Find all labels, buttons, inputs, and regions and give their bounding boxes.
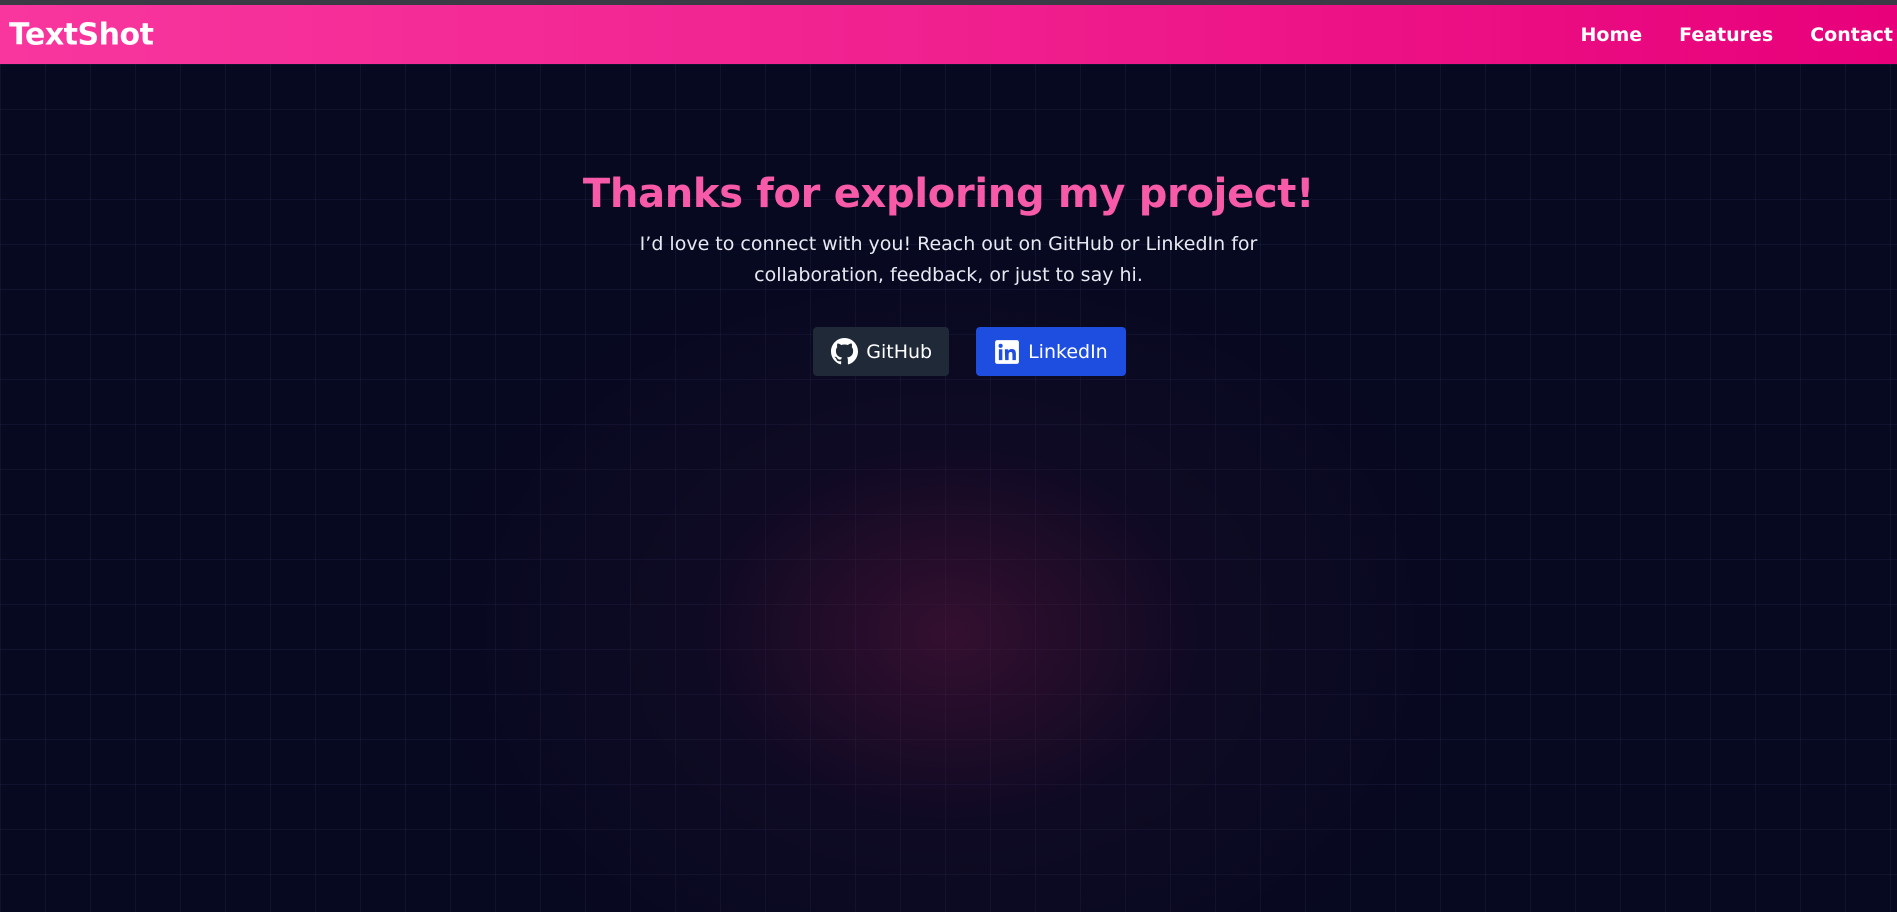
main-section: Thanks for exploring my project! I’d lov…	[0, 64, 1897, 912]
github-button-label: GitHub	[866, 340, 933, 363]
subtitle-text: I’d love to connect with you! Reach out …	[639, 233, 1258, 286]
navbar: TextShot Home Features Contact	[0, 5, 1897, 64]
github-icon	[831, 338, 859, 365]
linkedin-button-label: LinkedIn	[1028, 340, 1108, 363]
contact-section: Thanks for exploring my project! I’d lov…	[0, 171, 1897, 376]
social-buttons: GitHub LinkedIn	[0, 327, 1897, 376]
nav-links: Home Features Contact	[1580, 24, 1893, 46]
page-title: Thanks for exploring my project!	[582, 171, 1315, 217]
nav-link-home[interactable]: Home	[1580, 24, 1642, 46]
linkedin-icon	[994, 339, 1020, 365]
nav-link-contact[interactable]: Contact	[1810, 24, 1893, 46]
nav-link-features[interactable]: Features	[1679, 24, 1773, 46]
brand-logo[interactable]: TextShot	[9, 17, 154, 52]
linkedin-button[interactable]: LinkedIn	[976, 327, 1126, 376]
github-button[interactable]: GitHub	[813, 327, 950, 376]
